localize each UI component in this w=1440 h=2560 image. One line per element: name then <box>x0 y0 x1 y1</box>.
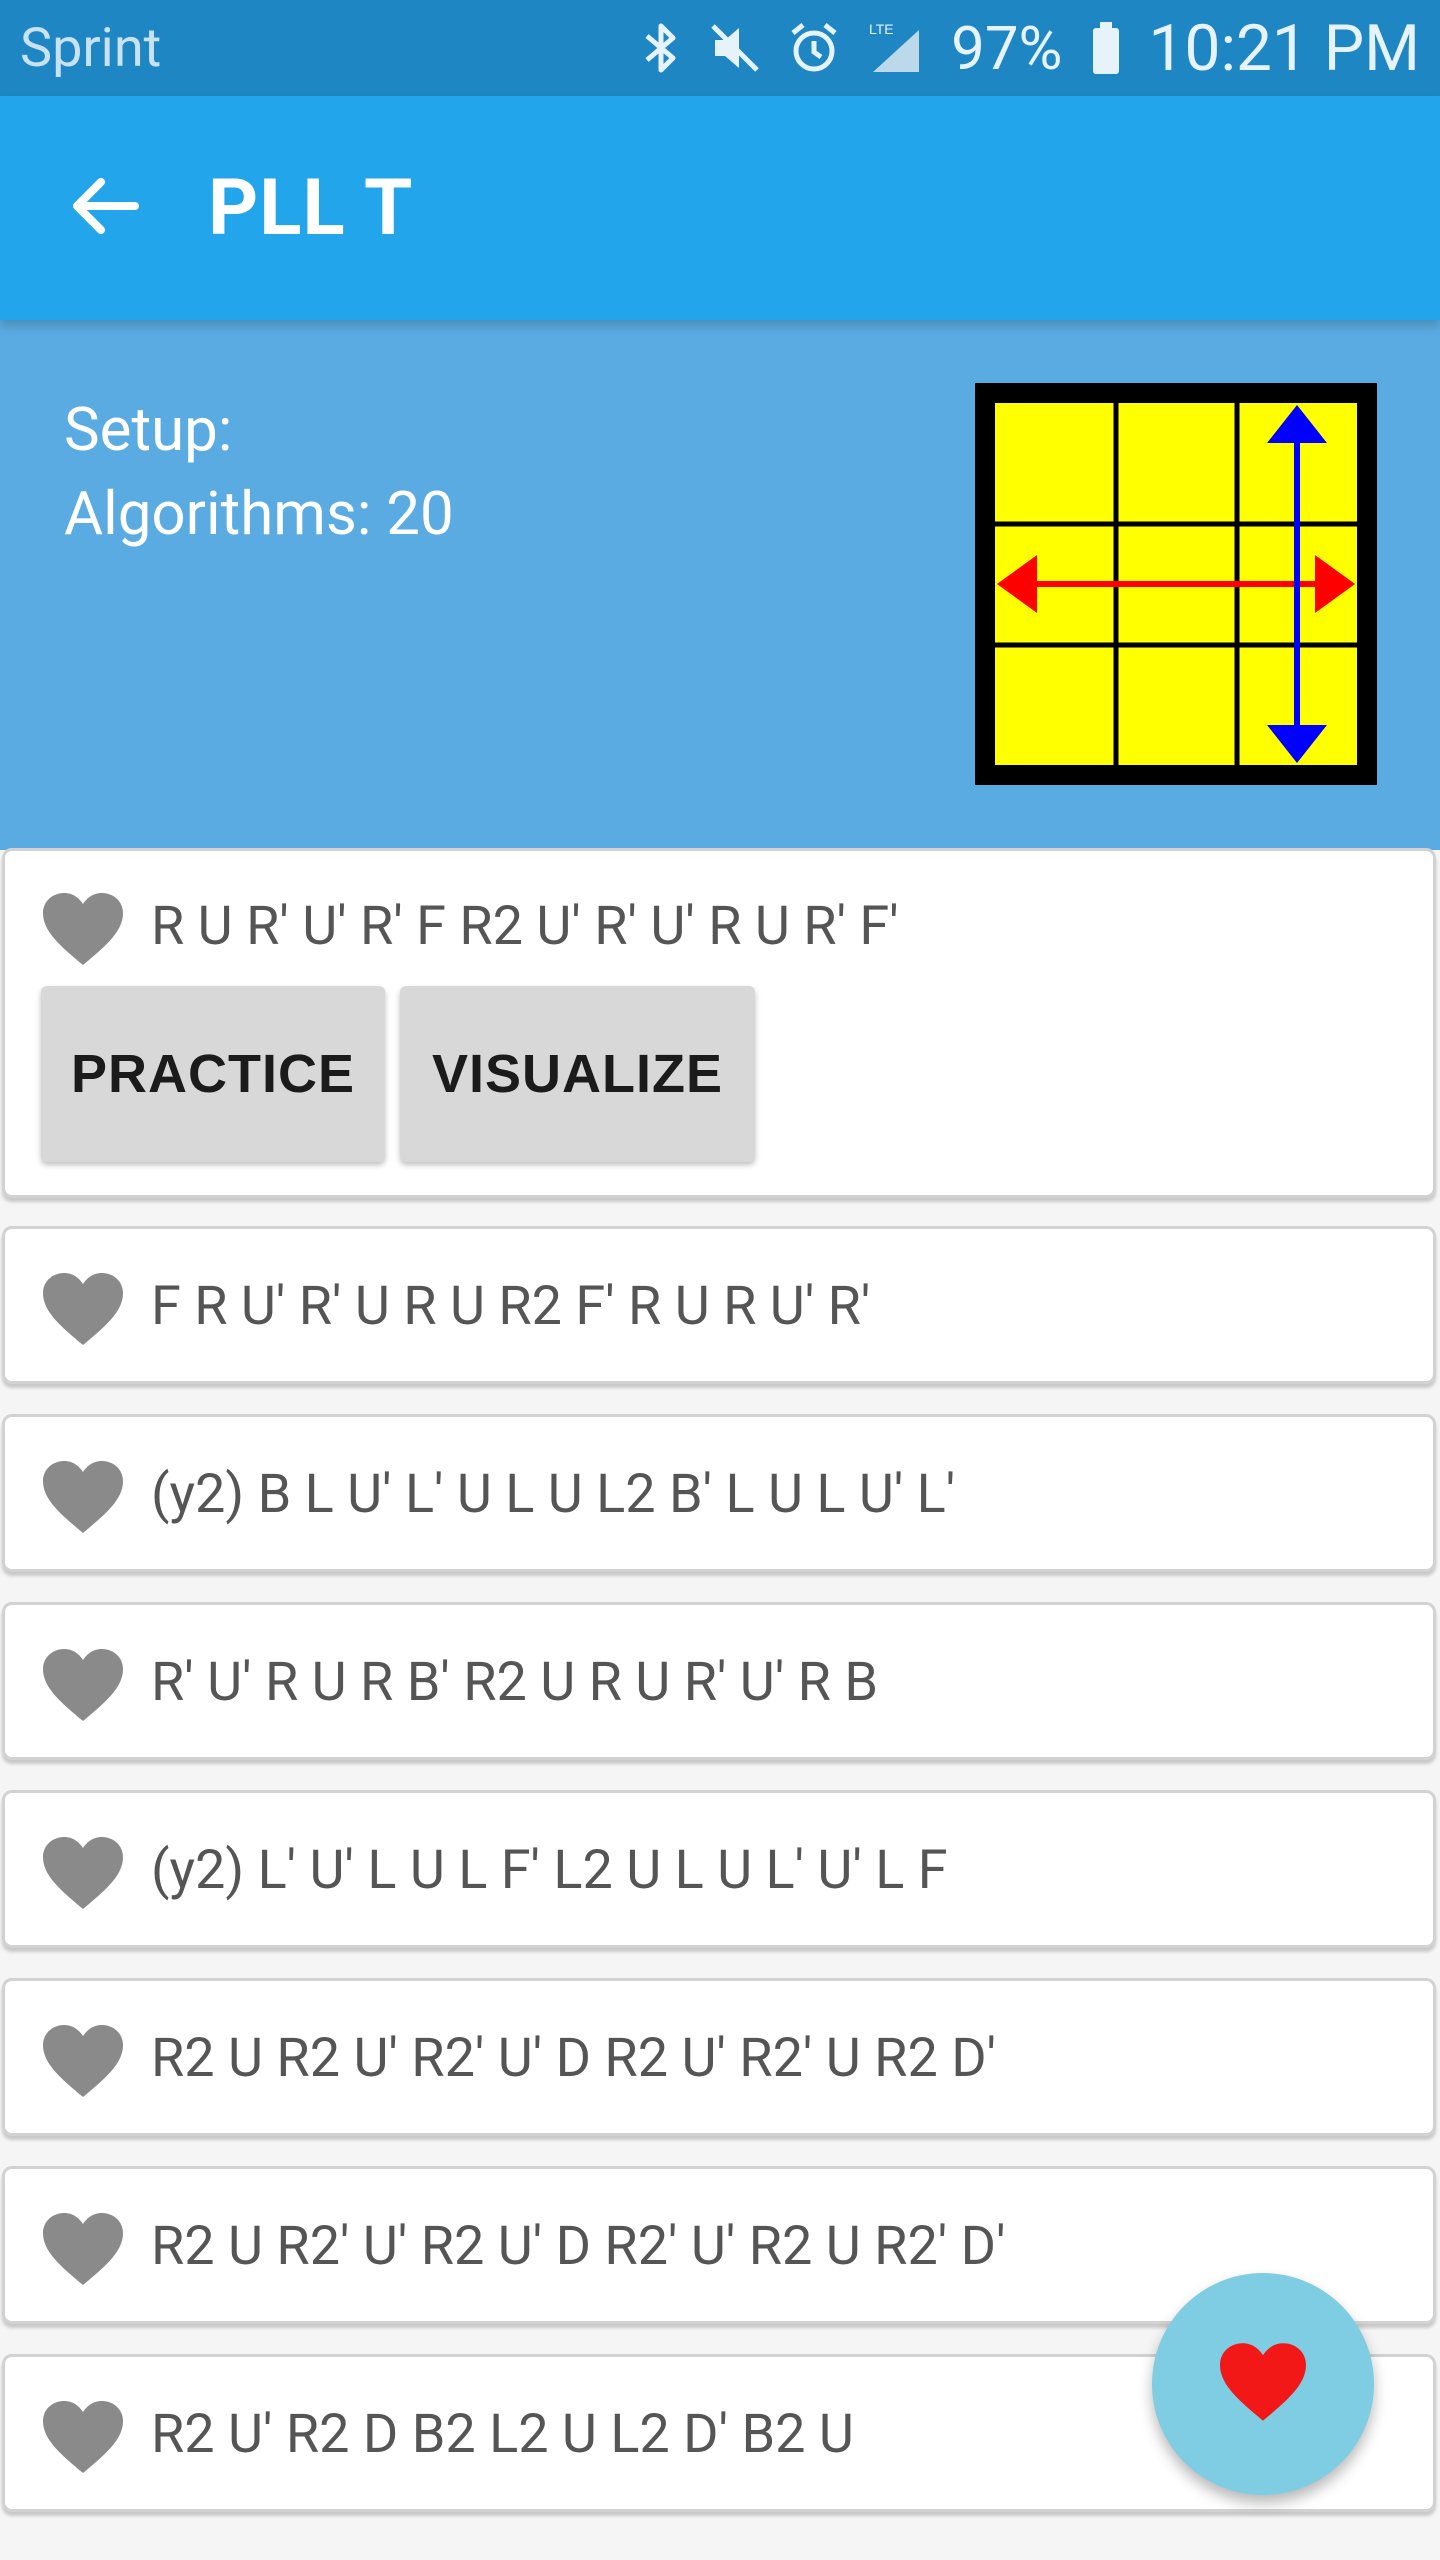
heart-icon[interactable] <box>39 1645 127 1725</box>
algorithm-card[interactable]: F R U' R' U R U R2 F' R U R U' R' <box>2 1226 1436 1384</box>
algorithm-moves: R U R' U' R' F R2 U' R' U' R U R' F' <box>151 895 899 958</box>
battery-percent: 97% <box>951 12 1063 84</box>
heart-icon[interactable] <box>39 2397 127 2477</box>
heart-icon[interactable] <box>39 1457 127 1537</box>
visualize-button[interactable]: VISUALIZE <box>400 986 755 1162</box>
algorithm-moves: R2 U R2' U' R2 U' D R2' U' R2 U R2' D' <box>151 2215 1006 2278</box>
mute-icon <box>709 22 761 74</box>
bluetooth-icon <box>641 20 681 76</box>
algorithm-moves: F R U' R' U R U R2 F' R U R U' R' <box>151 1275 871 1338</box>
status-bar: Sprint LTE 97% 10:21 PM <box>0 0 1440 96</box>
clock: 10:21 PM <box>1148 10 1421 86</box>
pll-diagram <box>975 383 1377 785</box>
arrow-left-icon <box>69 176 139 240</box>
svg-text:LTE: LTE <box>869 21 894 37</box>
heart-icon[interactable] <box>39 889 127 969</box>
page-title: PLL T <box>208 162 414 254</box>
heart-icon[interactable] <box>39 2021 127 2101</box>
heart-icon[interactable] <box>39 1269 127 1349</box>
back-button[interactable] <box>56 160 152 256</box>
status-icons: LTE 97% 10:21 PM <box>641 11 1420 86</box>
algorithm-count: Algorithms: 20 <box>64 478 454 549</box>
carrier-label: Sprint <box>20 16 162 80</box>
practice-button[interactable]: PRACTICE <box>41 986 385 1162</box>
algorithm-card[interactable]: R' U' R U R B' R2 U R U R' U' R B <box>2 1602 1436 1760</box>
algorithm-card-expanded[interactable]: R U R' U' R' F R2 U' R' U' R U R' F' PRA… <box>2 848 1436 1198</box>
algorithm-card[interactable]: (y2) L' U' L U L F' L2 U L U L' U' L F <box>2 1790 1436 1948</box>
algorithm-moves: R' U' R U R B' R2 U R U R' U' R B <box>151 1651 878 1714</box>
setup-label: Setup: <box>64 394 233 465</box>
heart-icon[interactable] <box>39 1833 127 1913</box>
algorithm-moves: R2 U' R2 D B2 L2 U L2 D' B2 U <box>151 2403 854 2466</box>
app-bar: PLL T <box>0 96 1440 320</box>
battery-icon <box>1091 20 1121 76</box>
algorithm-moves: (y2) L' U' L U L F' L2 U L U L' U' L F <box>151 1839 948 1902</box>
favorites-fab[interactable] <box>1152 2273 1374 2495</box>
algorithm-moves: R2 U R2 U' R2' U' D R2 U' R2' U R2 D' <box>151 2027 997 2090</box>
lte-signal-icon: LTE <box>867 20 923 76</box>
heart-icon <box>1215 2339 1311 2429</box>
heart-icon[interactable] <box>39 2209 127 2289</box>
algorithm-moves: (y2) B L U' L' U L U L2 B' L U L U' L' <box>151 1463 956 1526</box>
case-header: Setup: Algorithms: 20 <box>0 320 1440 850</box>
algorithm-card[interactable]: (y2) B L U' L' U L U L2 B' L U L U' L' <box>2 1414 1436 1572</box>
alarm-icon <box>789 21 839 75</box>
algorithm-card[interactable]: R2 U R2 U' R2' U' D R2 U' R2' U R2 D' <box>2 1978 1436 2136</box>
